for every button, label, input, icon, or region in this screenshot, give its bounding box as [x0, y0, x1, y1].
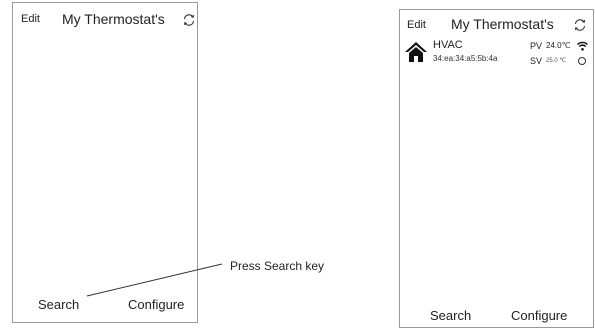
pv-value: 24.0℃	[546, 41, 571, 50]
configure-button[interactable]: Configure	[511, 308, 567, 323]
pv-label: PV	[530, 41, 543, 51]
device-list-item[interactable]: HVAC 34:ea:34:a5:5b:4a PV 24.0℃ SV 25.0 …	[400, 38, 593, 72]
sv-label: SV	[530, 56, 543, 66]
refresh-icon[interactable]	[573, 18, 587, 32]
callout-text: Press Search key	[230, 259, 325, 273]
phone-screen-found: Edit My Thermostat's HVAC 34:ea:34:a5:5b…	[399, 9, 594, 328]
search-button[interactable]: Search	[430, 308, 471, 323]
edit-button[interactable]: Edit	[407, 19, 426, 31]
wifi-icon	[577, 41, 588, 51]
device-mac-address: 34:ea:34:a5:5b:4a	[433, 54, 498, 63]
sv-value: 25.0 ℃	[546, 58, 567, 64]
house-icon	[405, 42, 427, 62]
device-name: HVAC	[433, 39, 463, 51]
status-indicator-icon[interactable]	[578, 57, 586, 65]
page-title: My Thermostat's	[451, 16, 554, 32]
